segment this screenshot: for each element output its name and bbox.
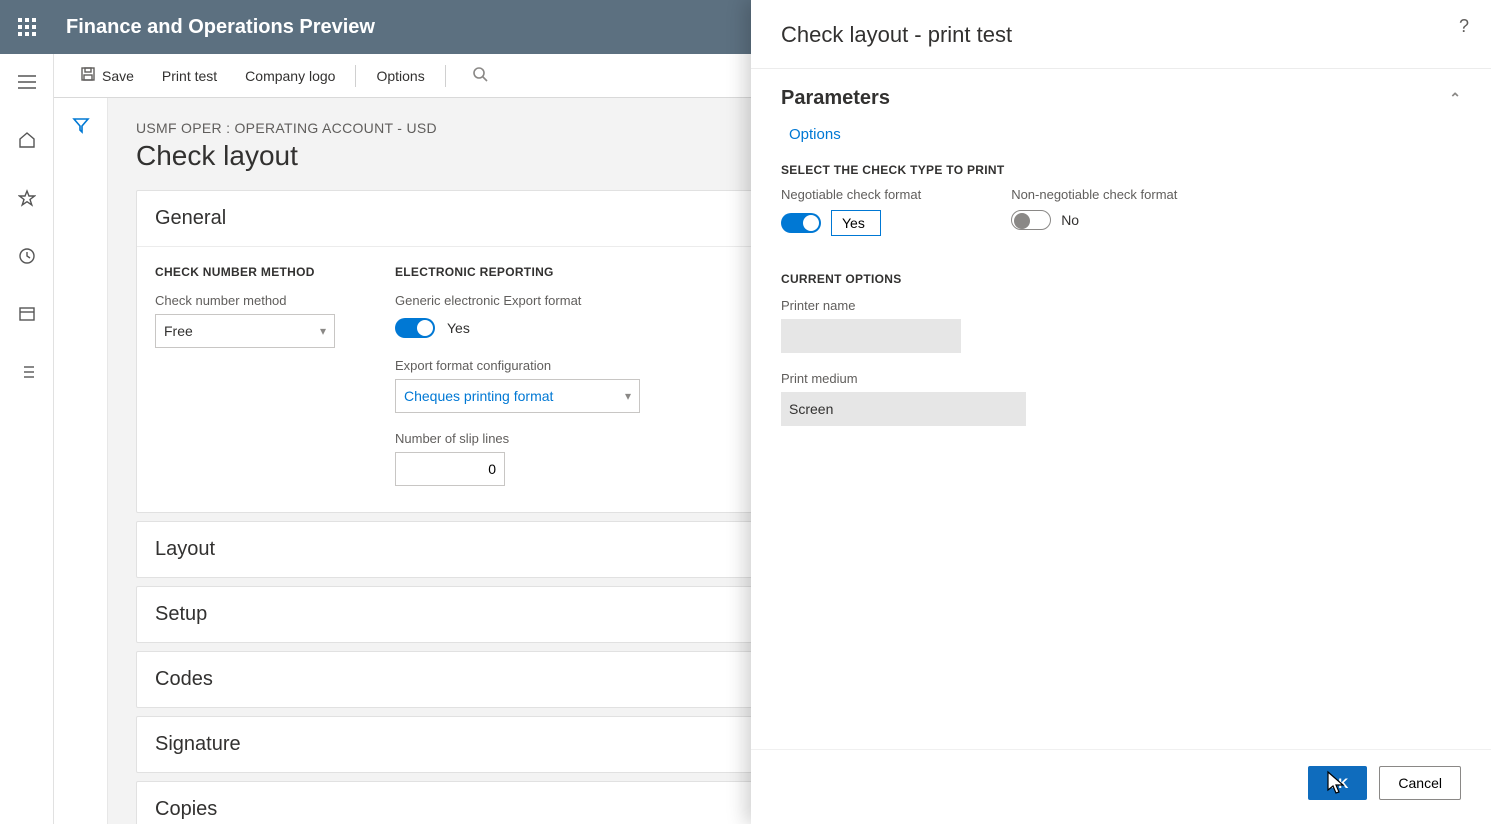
chevron-down-icon: ▾ bbox=[320, 324, 326, 338]
group-electronic-reporting: ELECTRONIC REPORTING Generic electronic … bbox=[395, 265, 640, 486]
modules-icon[interactable] bbox=[9, 354, 45, 390]
chevron-up-icon: ⌃ bbox=[1449, 90, 1461, 107]
flyout-title: Check layout - print test bbox=[781, 22, 1461, 48]
chevron-down-icon: ▾ bbox=[625, 389, 631, 403]
cmdbar-separator bbox=[355, 65, 356, 87]
printer-name-label: Printer name bbox=[781, 298, 1461, 313]
non-negotiable-toggle[interactable] bbox=[1011, 210, 1051, 230]
filter-icon[interactable] bbox=[72, 116, 90, 824]
ok-button[interactable]: OK bbox=[1308, 766, 1367, 800]
options-link[interactable]: Options bbox=[789, 126, 1461, 143]
field-label-generic-export: Generic electronic Export format bbox=[395, 293, 640, 308]
flyout-body: Parameters ⌃ Options SELECT THE CHECK TY… bbox=[751, 68, 1491, 749]
negotiable-value: Yes bbox=[831, 210, 881, 236]
print-test-flyout: Check layout - print test ? Parameters ⌃… bbox=[751, 0, 1491, 824]
generic-export-toggle[interactable] bbox=[395, 318, 435, 338]
hamburger-icon[interactable] bbox=[9, 64, 45, 100]
cmdbar-separator bbox=[445, 65, 446, 87]
group-label: ELECTRONIC REPORTING bbox=[395, 265, 640, 279]
negotiable-label: Negotiable check format bbox=[781, 187, 921, 202]
help-icon[interactable]: ? bbox=[1459, 16, 1469, 37]
negotiable-block: Negotiable check format Yes bbox=[781, 187, 921, 236]
print-medium-input bbox=[781, 392, 1026, 426]
print-test-button[interactable]: Print test bbox=[150, 62, 229, 90]
save-label: Save bbox=[102, 68, 134, 84]
non-negotiable-label: Non-negotiable check format bbox=[1011, 187, 1177, 202]
subhead-current-options: CURRENT OPTIONS bbox=[781, 272, 1461, 286]
company-logo-label: Company logo bbox=[245, 68, 335, 84]
toggle-value: Yes bbox=[447, 320, 470, 336]
flyout-footer: OK Cancel bbox=[751, 749, 1491, 824]
print-test-label: Print test bbox=[162, 68, 217, 84]
app-title: Finance and Operations Preview bbox=[66, 16, 375, 39]
slip-lines-input[interactable] bbox=[395, 452, 505, 486]
save-icon bbox=[80, 66, 96, 85]
subhead-select-check-type: SELECT THE CHECK TYPE TO PRINT bbox=[781, 163, 1461, 177]
company-logo-button[interactable]: Company logo bbox=[233, 62, 347, 90]
options-label: Options bbox=[376, 68, 424, 84]
group-label: CHECK NUMBER METHOD bbox=[155, 265, 335, 279]
home-icon[interactable] bbox=[9, 122, 45, 158]
nav-rail bbox=[0, 54, 54, 824]
printer-name-input bbox=[781, 319, 961, 353]
field-label-check-number-method: Check number method bbox=[155, 293, 335, 308]
filter-pane bbox=[54, 98, 108, 824]
field-label-export-config: Export format configuration bbox=[395, 358, 640, 373]
save-button[interactable]: Save bbox=[68, 60, 146, 91]
dropdown-value: Cheques printing format bbox=[404, 388, 553, 404]
parameters-header[interactable]: Parameters ⌃ bbox=[781, 87, 1461, 110]
favorites-icon[interactable] bbox=[9, 180, 45, 216]
dropdown-value: Free bbox=[164, 323, 193, 339]
cancel-button[interactable]: Cancel bbox=[1379, 766, 1461, 800]
find-icon[interactable] bbox=[472, 66, 488, 85]
print-medium-label: Print medium bbox=[781, 371, 1461, 386]
negotiable-toggle[interactable] bbox=[781, 213, 821, 233]
flyout-header: Check layout - print test bbox=[751, 0, 1491, 54]
check-number-method-dropdown[interactable]: Free ▾ bbox=[155, 314, 335, 348]
export-format-dropdown[interactable]: Cheques printing format ▾ bbox=[395, 379, 640, 413]
non-negotiable-block: Non-negotiable check format No bbox=[1011, 187, 1177, 236]
options-button[interactable]: Options bbox=[364, 62, 436, 90]
workspaces-icon[interactable] bbox=[9, 296, 45, 332]
recent-icon[interactable] bbox=[9, 238, 45, 274]
group-check-number: CHECK NUMBER METHOD Check number method … bbox=[155, 265, 335, 486]
app-launcher-icon[interactable] bbox=[10, 10, 44, 44]
parameters-label: Parameters bbox=[781, 87, 890, 110]
field-label-slip-lines: Number of slip lines bbox=[395, 431, 640, 446]
non-negotiable-value: No bbox=[1061, 212, 1079, 228]
